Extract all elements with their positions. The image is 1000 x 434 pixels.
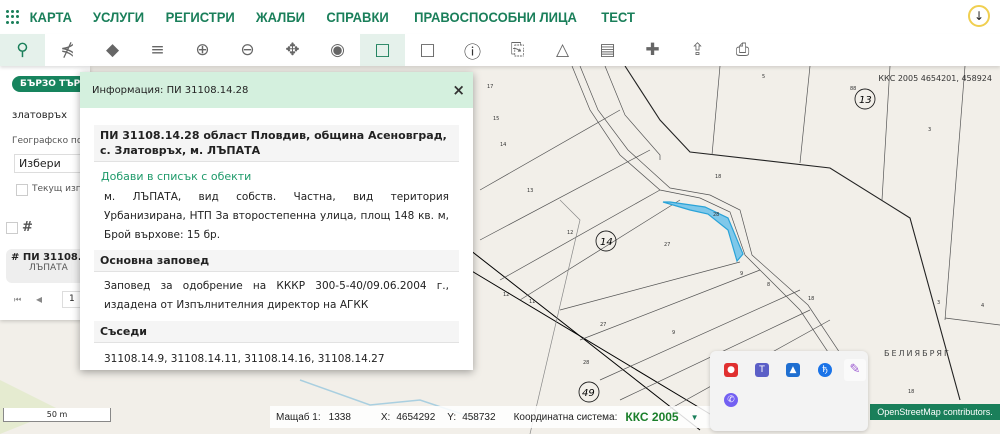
nav-pravosposobni-lica[interactable]: ПРАВОСПОСОБНИ ЛИЦА [414, 9, 577, 25]
parcel-label: 12 [567, 230, 573, 236]
select-rectangle-icon[interactable]: □ [360, 34, 405, 66]
crosshair-icon[interactable]: ✚ [630, 34, 675, 66]
add-to-list-link[interactable]: Добави в списък с обекти [101, 170, 459, 183]
parcel-label: 13 [527, 188, 533, 194]
highlighted-parcel[interactable] [662, 201, 744, 263]
status-bar: Мащаб 1: 1338 X: 4654292 Y: 458732 Коорд… [270, 406, 735, 428]
x-value: 4654292 [396, 411, 436, 423]
x-label: X: [380, 411, 391, 423]
parcel-label: 9 [672, 330, 675, 336]
locality-label: БЕЛИЯБРЯГ [884, 349, 951, 358]
parcel-label: 17 [487, 84, 493, 90]
screen-share-icon[interactable]: ● [724, 363, 738, 377]
coordinate-readout: ККС 2005 4654201, 458924 [878, 74, 992, 83]
search-icon[interactable]: ⚲ [0, 34, 45, 66]
pen-icon[interactable]: ✎ [844, 359, 866, 381]
parcel-label: 18 [808, 296, 814, 302]
block-label-49: 49 [582, 388, 595, 399]
parcel-label: 18 [715, 174, 721, 180]
parcel-label: 88 [850, 86, 856, 92]
print-icon[interactable]: ⎙ [720, 34, 765, 66]
first-page-button[interactable]: ⏮ [14, 295, 21, 305]
parcel-label: 4 [981, 303, 984, 309]
parcel-label: 27 [664, 242, 670, 248]
parcel-label: 9 [740, 271, 743, 277]
parcel-label: 28 [713, 212, 719, 218]
search-input[interactable]: златовръх [12, 110, 67, 121]
parcel-label: 12 [503, 292, 509, 298]
geo-select[interactable]: Избери [14, 154, 84, 173]
parcel-label: 3 [928, 127, 931, 133]
layers-filled-icon[interactable]: ◆ [90, 34, 135, 66]
chevron-down-icon[interactable]: ▼ [691, 413, 699, 422]
parcel-label: 3 [937, 300, 940, 306]
info-popup: Информация: ПИ 31108.14.28 × ПИ 31108.14… [80, 72, 473, 370]
defender-icon[interactable]: ▲ [786, 363, 800, 377]
popup-title: Информация: ПИ 31108.14.28 [92, 84, 249, 96]
bluetooth-icon[interactable]: ђ [818, 363, 832, 377]
zoom-in-icon[interactable]: ⊕ [180, 34, 225, 66]
scale-value: 1338 [328, 411, 351, 423]
nav-karta[interactable]: КАРТА [30, 9, 72, 25]
parcel-label: 18 [908, 389, 914, 395]
parcel-label: 28 [583, 360, 589, 366]
y-value: 458732 [462, 411, 496, 423]
parcel-label: 8 [767, 282, 770, 288]
export-icon[interactable]: ⇪ [675, 34, 720, 66]
scale-bar: 50 m [3, 408, 111, 422]
parcel-label: 27 [600, 322, 606, 328]
pan-icon[interactable]: ✥ [270, 34, 315, 66]
grid-icon: # [11, 252, 23, 263]
nav-registri[interactable]: РЕГИСТРИ [165, 9, 234, 25]
block-label-14: 14 [600, 237, 613, 248]
map-toolbar: ⚲ ⋠ ◆ ≡ ⊕ ⊖ ✥ ◉ □ □ ⓘ ⎘ △ ▤ ✚ ⇪ ⎙ [0, 34, 1000, 66]
result-title: ПИ 31108.14.28 [22, 252, 86, 263]
order-title: Основна заповед [94, 250, 459, 272]
scale-label: Мащаб 1: [276, 411, 321, 423]
grid-icon: # [22, 220, 33, 235]
result-item[interactable]: # ПИ 31108.14.28 ЛЪПАТА [6, 249, 86, 283]
page-input[interactable]: 1 [62, 291, 82, 308]
parcel-label: 5 [762, 74, 765, 80]
download-icon[interactable]: ↓ [968, 5, 990, 27]
current-view-checkbox[interactable] [16, 184, 28, 196]
rectangle-clear-icon[interactable]: □ [405, 34, 450, 66]
document-icon[interactable]: ⎘ [495, 34, 540, 66]
parcel-label: 11 [529, 299, 535, 305]
neighbors-title: Съседи [94, 321, 459, 343]
zoom-out-icon[interactable]: ⊖ [225, 34, 270, 66]
nav-zhalbi[interactable]: ЖАЛБИ [256, 9, 305, 25]
apps-grid-icon[interactable] [6, 10, 20, 24]
attribution[interactable]: OpenStreetMap contributors. [870, 404, 1000, 420]
polygon-icon[interactable]: △ [540, 34, 585, 66]
location-pin-icon[interactable]: ◉ [315, 34, 360, 66]
viber-icon[interactable]: ✆ [724, 393, 738, 407]
prev-page-button[interactable]: ◀ [36, 295, 42, 304]
y-label: Y: [447, 411, 457, 423]
parcel-description: м. ЛЪПАТА, вид собств. Частна, вид терит… [104, 191, 449, 241]
parcel-label: 14 [500, 142, 506, 148]
popup-header: Информация: ПИ 31108.14.28 × [80, 72, 473, 108]
block-label-13: 13 [859, 95, 872, 106]
search-panel: БЪРЗО ТЪРСЕНЕ златовръх Географско полож… [0, 66, 125, 320]
nav-test[interactable]: ТЕСТ [601, 9, 635, 25]
parcel-heading: ПИ 31108.14.28 област Пловдив, община Ас… [94, 125, 459, 162]
close-button[interactable]: × [452, 81, 465, 99]
layers-icon[interactable]: ≡ [135, 34, 180, 66]
system-tray-flyout: ● T ▲ ђ ✎ ✆ [710, 351, 868, 431]
map-icon[interactable]: ▤ [585, 34, 630, 66]
crs-select[interactable]: ККС 2005 [625, 410, 678, 424]
select-all-checkbox[interactable] [6, 222, 18, 234]
nav-uslugi[interactable]: УСЛУГИ [93, 9, 144, 25]
teams-icon[interactable]: T [755, 363, 769, 377]
top-navigation: КАРТА УСЛУГИ РЕГИСТРИ ЖАЛБИ СПРАВКИ ПРАВ… [0, 0, 1000, 34]
topology-icon[interactable]: ⋠ [45, 34, 90, 66]
info-icon[interactable]: ⓘ [450, 34, 495, 66]
order-text: Заповед за одобрение на КККР 300-5-40/09… [104, 280, 449, 311]
result-subtitle: ЛЪПАТА [29, 263, 68, 273]
parcel-label: 15 [493, 116, 499, 122]
nav-spravki[interactable]: СПРАВКИ [326, 9, 388, 25]
crs-label: Координатна система: [513, 411, 618, 423]
neighbors-list: 31108.14.9, 31108.14.11, 31108.14.16, 31… [104, 353, 385, 365]
